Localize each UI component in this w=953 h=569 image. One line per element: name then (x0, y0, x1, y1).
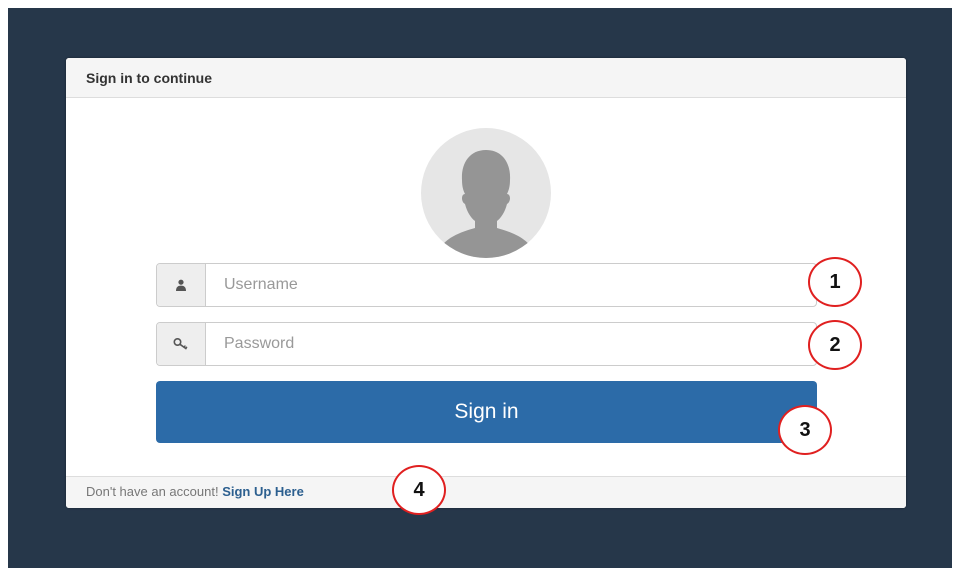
avatar-icon (421, 128, 551, 258)
username-field-group (156, 263, 817, 307)
user-icon (157, 264, 206, 306)
key-icon (157, 323, 206, 365)
password-input[interactable] (206, 323, 816, 365)
panel-heading: Sign in to continue (66, 58, 906, 98)
username-input[interactable] (206, 264, 816, 306)
annotation-marker-2: 2 (808, 320, 862, 370)
password-field-group (156, 322, 817, 366)
no-account-text: Don't have an account! (86, 484, 219, 499)
sign-up-link[interactable]: Sign Up Here (222, 484, 304, 499)
annotation-marker-4: 4 (392, 465, 446, 515)
annotation-marker-1: 1 (808, 257, 862, 307)
panel-footer: Don't have an account! Sign Up Here (66, 476, 906, 508)
sign-in-button[interactable]: Sign in (156, 381, 817, 443)
annotation-marker-3: 3 (778, 405, 832, 455)
